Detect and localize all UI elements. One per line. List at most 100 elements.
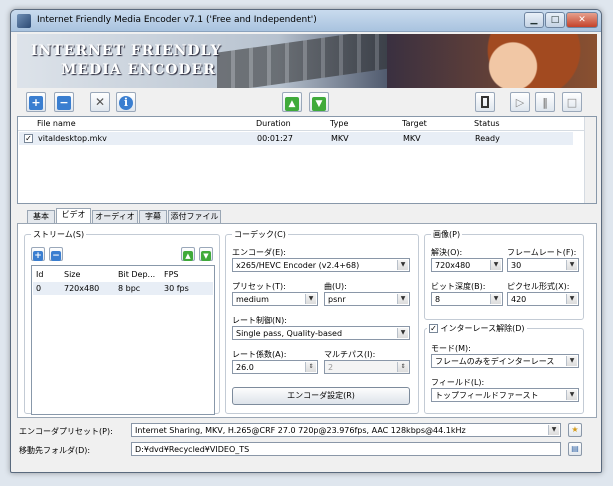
tab-subtitles[interactable]: 字幕 bbox=[139, 210, 167, 223]
chevron-down-icon: ▼ bbox=[397, 328, 408, 338]
info-button[interactable]: i bbox=[116, 92, 136, 112]
tab-audio[interactable]: オーディオ bbox=[92, 210, 138, 223]
column-type[interactable]: Type bbox=[330, 119, 348, 128]
framerate-value: 30 bbox=[511, 261, 522, 270]
minus-icon: − bbox=[57, 96, 71, 110]
multipass-value: 2 bbox=[328, 363, 334, 372]
remove-stream-button[interactable]: − bbox=[49, 247, 63, 261]
tools-icon: ✕ bbox=[94, 95, 106, 109]
move-up-button[interactable]: ▲ bbox=[282, 92, 302, 112]
maximize-button[interactable]: □ bbox=[545, 12, 565, 28]
mode-select[interactable]: フレームのみをデインターレース ▼ bbox=[431, 354, 579, 368]
info-icon: i bbox=[119, 96, 133, 110]
browse-folder-button[interactable]: ▤ bbox=[568, 442, 582, 456]
save-preset-button[interactable]: ★ bbox=[568, 423, 582, 437]
encoder-settings-button[interactable]: エンコーダ設定(R) bbox=[232, 387, 410, 405]
play-button[interactable]: ▷ bbox=[510, 92, 530, 112]
column-duration[interactable]: Duration bbox=[256, 119, 291, 128]
stop-button[interactable]: □ bbox=[562, 92, 582, 112]
tab-attachments[interactable]: 添付ファイル bbox=[168, 210, 221, 223]
pause-button[interactable]: ‖ bbox=[535, 92, 555, 112]
framerate-label: フレームレート(F): bbox=[507, 248, 577, 257]
destination-field[interactable]: D:¥dvd¥Recycled¥VIDEO_TS bbox=[131, 442, 561, 456]
framerate-select[interactable]: 30 ▼ bbox=[507, 258, 579, 272]
stream-down-button[interactable]: ▼ bbox=[199, 247, 213, 261]
film-strip-graphic bbox=[217, 34, 397, 88]
streams-title: ストリーム(S) bbox=[31, 229, 87, 240]
file-list-scrollbar[interactable] bbox=[584, 117, 596, 203]
field-value: トップフィールドファースト bbox=[435, 391, 539, 400]
resolution-value: 720x480 bbox=[435, 261, 471, 270]
column-fps: FPS bbox=[164, 270, 179, 279]
mode-value: フレームのみをデインターレース bbox=[435, 357, 555, 366]
file-status: Ready bbox=[475, 134, 500, 143]
bit-depth-select[interactable]: 8 ▼ bbox=[431, 292, 503, 306]
tune-select[interactable]: psnr ▼ bbox=[324, 292, 410, 306]
field-label: フィールド(L): bbox=[431, 378, 485, 387]
encoder-preset-select[interactable]: Internet Sharing, MKV, H.265@CRF 27.0 72… bbox=[131, 423, 561, 437]
pixel-format-value: 420 bbox=[511, 295, 527, 304]
stream-up-button[interactable]: ▲ bbox=[181, 247, 195, 261]
arrow-down-icon: ▼ bbox=[201, 251, 211, 261]
chevron-down-icon: ▼ bbox=[305, 294, 316, 304]
move-down-button[interactable]: ▼ bbox=[309, 92, 329, 112]
preset-select[interactable]: medium ▼ bbox=[232, 292, 318, 306]
rate-control-label: レート制御(N): bbox=[232, 316, 287, 325]
pixel-format-select[interactable]: 420 ▼ bbox=[507, 292, 579, 306]
tab-video[interactable]: ビデオ bbox=[56, 208, 91, 224]
add-file-button[interactable]: + bbox=[26, 92, 46, 112]
rate-control-select[interactable]: Single pass, Quality-based ▼ bbox=[232, 326, 410, 340]
multipass-label: マルチパス(I): bbox=[324, 350, 376, 359]
preview-button[interactable] bbox=[475, 92, 495, 112]
multipass-spinner[interactable]: 2 ⇕ bbox=[324, 360, 410, 374]
column-file-name[interactable]: File name bbox=[37, 119, 76, 128]
stream-id: 0 bbox=[36, 284, 42, 293]
deinterlace-checkbox[interactable]: ✓ bbox=[429, 324, 438, 333]
column-status[interactable]: Status bbox=[474, 119, 500, 128]
add-stream-button[interactable]: + bbox=[31, 247, 45, 261]
arrow-down-icon: ▼ bbox=[312, 97, 326, 111]
tune-label: 曲(U): bbox=[324, 282, 347, 291]
resolution-label: 解決(O): bbox=[431, 248, 463, 257]
file-duration: 00:01:27 bbox=[257, 134, 293, 143]
codec-title: コーデック(C) bbox=[232, 229, 288, 240]
file-row[interactable]: ✓ vitaldesktop.mkv 00:01:27 MKV MKV Read… bbox=[19, 132, 573, 145]
file-row-checkbox[interactable]: ✓ bbox=[24, 134, 33, 143]
video-tab-panel: ストリーム(S) + − ▲ ▼ Id Size Bit Dep... FPS … bbox=[17, 223, 597, 418]
encoder-value: x265/HEVC Encoder (v2.4+68) bbox=[236, 261, 360, 270]
tools-button[interactable]: ✕ bbox=[90, 92, 110, 112]
file-list[interactable]: File name Duration Type Target Status ✓ … bbox=[17, 116, 597, 204]
encoder-select[interactable]: x265/HEVC Encoder (v2.4+68) ▼ bbox=[232, 258, 410, 272]
play-icon: ▷ bbox=[515, 96, 525, 109]
chevron-down-icon: ▼ bbox=[566, 390, 577, 400]
rate-factor-spinner[interactable]: 26.0 ⇕ bbox=[232, 360, 318, 374]
image-group: 画像(P) 解決(O): 720x480 ▼ フレームレート(F): 30 ▼ … bbox=[424, 229, 584, 320]
minimize-button[interactable]: ▁ bbox=[524, 12, 544, 28]
bit-depth-label: ビット深度(B): bbox=[431, 282, 486, 291]
banner-artwork bbox=[387, 34, 597, 88]
file-list-header: File name Duration Type Target Status bbox=[18, 117, 596, 131]
stream-fps: 30 fps bbox=[164, 284, 189, 293]
chevron-down-icon: ▼ bbox=[566, 294, 577, 304]
close-button[interactable]: ✕ bbox=[566, 12, 598, 28]
column-target[interactable]: Target bbox=[402, 119, 427, 128]
remove-file-button[interactable]: − bbox=[54, 92, 74, 112]
deinterlace-title-wrap: ✓ インターレース解除(D) bbox=[427, 323, 527, 334]
field-select[interactable]: トップフィールドファースト ▼ bbox=[431, 388, 579, 402]
encoder-preset-label: エンコーダプリセット(P): bbox=[19, 427, 113, 436]
bit-depth-value: 8 bbox=[435, 295, 441, 304]
stream-row[interactable]: 0 720x480 8 bpc 30 fps bbox=[33, 282, 213, 295]
rate-factor-label: レート係数(A): bbox=[232, 350, 287, 359]
title-bar[interactable]: Internet Friendly Media Encoder v7.1 ('F… bbox=[11, 10, 601, 32]
pause-icon: ‖ bbox=[542, 96, 548, 109]
streams-table[interactable]: Id Size Bit Dep... FPS 0 720x480 8 bpc 3… bbox=[31, 265, 215, 415]
chevron-down-icon: ▼ bbox=[548, 425, 559, 435]
chevron-down-icon: ▼ bbox=[397, 260, 408, 270]
tab-basic[interactable]: 基本 bbox=[27, 210, 55, 223]
chevron-down-icon: ▼ bbox=[566, 356, 577, 366]
encoder-preset-value: Internet Sharing, MKV, H.265@CRF 27.0 72… bbox=[135, 426, 466, 435]
destination-label: 移動先フォルダ(D): bbox=[19, 446, 91, 455]
image-title: 画像(P) bbox=[431, 229, 463, 240]
chevron-down-icon: ▼ bbox=[490, 260, 501, 270]
resolution-select[interactable]: 720x480 ▼ bbox=[431, 258, 503, 272]
